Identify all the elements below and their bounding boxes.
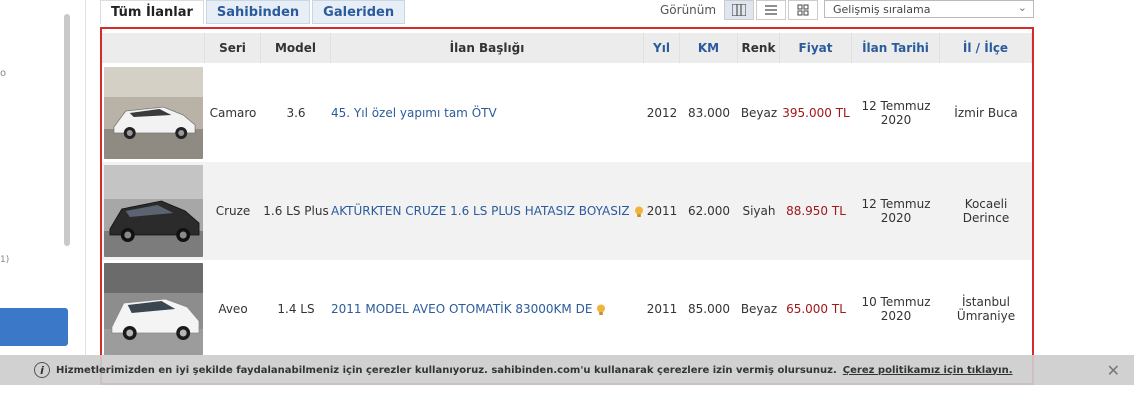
cookie-banner: i Hizmetlerimizden en iyi şekilde faydal… [0, 355, 1134, 385]
cell-title[interactable]: 45. Yıl özel yapımı tam ÖTV [331, 64, 644, 162]
grid-icon [797, 4, 809, 16]
cell-series: Aveo [218, 302, 248, 316]
listing-thumbnail[interactable] [102, 260, 205, 358]
cell-price: 395.000 TL [782, 106, 850, 120]
cell-date: 10 Temmuz 2020 [861, 295, 931, 323]
car-photo [104, 165, 203, 257]
cell-model: 1.6 LS Plus [263, 204, 329, 218]
cell-title[interactable]: AKTÜRKTEN CRUZE 1.6 LS PLUS HATASIZ BOYA… [331, 162, 644, 260]
list-icon [765, 5, 778, 15]
cell-title[interactable]: 2011 MODEL AVEO OTOMATİK 83000KM DE [331, 260, 644, 358]
listing-title-link[interactable]: 2011 MODEL AVEO OTOMATİK 83000KM DE [331, 301, 606, 317]
sidebar-scrollbar[interactable] [64, 14, 70, 246]
cell-price: 65.000 TL [786, 302, 846, 316]
tab-from-dealer[interactable]: Galeriden [312, 0, 406, 24]
cell-year: 2011 [646, 204, 678, 218]
grid-view-button[interactable] [788, 0, 819, 20]
tab-from-owner[interactable]: Sahibinden [205, 0, 311, 24]
cell-date: 12 Temmuz 2020 [861, 99, 931, 127]
list-view-button[interactable] [756, 0, 787, 20]
listing-thumbnail[interactable] [102, 162, 205, 260]
cell-location: Kocaeli Derince [962, 197, 1010, 225]
cell-color: Beyaz [740, 302, 778, 316]
table-row[interactable]: Camaro 3.6 45. Yıl özel yapımı tam ÖTV 2… [102, 64, 1032, 162]
sidebar-search-button[interactable] [0, 308, 68, 346]
listing-title-link[interactable]: AKTÜRKTEN CRUZE 1.6 LS PLUS HATASIZ BOYA… [331, 203, 644, 219]
header-km[interactable]: KM [680, 33, 738, 63]
sidebar-fragment-text: o [0, 68, 7, 79]
table-row[interactable]: Cruze 1.6 LS Plus AKTÜRKTEN CRUZE 1.6 LS… [102, 162, 1032, 260]
header-thumbnail [102, 33, 205, 63]
cell-color: Beyaz [740, 106, 778, 120]
table-row[interactable]: Aveo 1.4 LS 2011 MODEL AVEO OTOMATİK 830… [102, 260, 1032, 358]
left-sidebar: o 1) [0, 0, 86, 411]
listing-tabs: Tüm İlanlar Sahibinden Galeriden [100, 0, 406, 24]
cell-km: 83.000 [688, 106, 730, 120]
sidebar-fragment-text: 1) [0, 255, 10, 265]
header-year[interactable]: Yıl [644, 33, 680, 63]
header-title[interactable]: İlan Başlığı [331, 33, 644, 63]
cell-series: Camaro [209, 106, 257, 120]
lightbulb-icon [597, 304, 606, 315]
lightbulb-icon [634, 206, 643, 217]
listing-thumbnail[interactable] [102, 64, 205, 162]
car-photo [104, 263, 203, 355]
cell-km: 62.000 [688, 204, 730, 218]
sort-selected-value: Gelişmiş sıralama [833, 2, 931, 16]
cell-model: 3.6 [286, 106, 306, 120]
cell-location: İstanbul Ümraniye [956, 295, 1016, 323]
close-icon[interactable]: ✕ [1107, 361, 1120, 380]
listing-title-text[interactable]: AKTÜRKTEN CRUZE 1.6 LS PLUS HATASIZ BOYA… [331, 204, 630, 218]
sidebar-divider [85, 0, 86, 355]
list-thumbnail-icon [732, 4, 747, 16]
header-color[interactable]: Renk [738, 33, 780, 63]
cell-year: 2012 [646, 106, 678, 120]
cell-price: 88.950 TL [786, 204, 846, 218]
cookie-message: Hizmetlerimizden en iyi şekilde faydalan… [56, 364, 837, 376]
cell-series: Cruze [215, 204, 251, 218]
view-label: Görünüm [660, 3, 717, 17]
table-header: Seri Model İlan Başlığı Yıl KM Renk Fiya… [102, 33, 1032, 63]
listing-title-text[interactable]: 2011 MODEL AVEO OTOMATİK 83000KM DE [331, 302, 592, 316]
header-price[interactable]: Fiyat [780, 33, 852, 63]
cell-year: 2011 [646, 302, 678, 316]
header-location[interactable]: İl / İlçe [940, 33, 1032, 63]
listing-title-link[interactable]: 45. Yıl özel yapımı tam ÖTV [331, 105, 497, 121]
cell-color: Siyah [742, 204, 776, 218]
cell-location: İzmir Buca [954, 106, 1018, 120]
results-table: Seri Model İlan Başlığı Yıl KM Renk Fiya… [100, 27, 1034, 385]
header-series[interactable]: Seri [205, 33, 261, 63]
header-model[interactable]: Model [261, 33, 331, 63]
cell-date: 12 Temmuz 2020 [861, 197, 931, 225]
chevron-down-icon: ⌄ [1017, 1, 1027, 14]
car-photo [104, 67, 203, 159]
list-thumbnail-view-button[interactable] [724, 0, 755, 20]
cell-model: 1.4 LS [277, 302, 315, 316]
sort-select[interactable]: Gelişmiş sıralama ⌄ [824, 0, 1034, 18]
view-switcher: Görünüm [660, 0, 819, 20]
cell-km: 85.000 [688, 302, 730, 316]
info-icon: i [34, 362, 50, 378]
header-date[interactable]: İlan Tarihi [852, 33, 940, 63]
tab-all-listings[interactable]: Tüm İlanlar [100, 0, 204, 24]
cookie-policy-link[interactable]: Çerez politikamız için tıklayın. [843, 365, 1013, 376]
